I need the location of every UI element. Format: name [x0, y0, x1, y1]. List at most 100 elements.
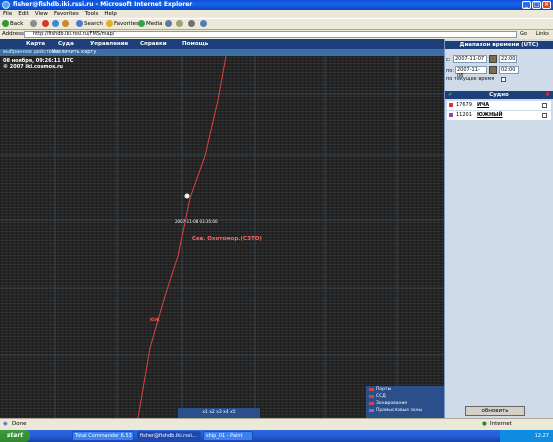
ssd-icon — [369, 395, 374, 398]
ship-row[interactable]: 11201 ЮЖНЫЙ — [447, 111, 551, 120]
refresh-icon — [52, 20, 59, 27]
internet-zone-icon: ● — [482, 421, 487, 427]
zoning-icon — [369, 402, 374, 405]
nav-control[interactable]: Управление — [90, 39, 128, 49]
status-text: Done — [12, 421, 27, 427]
page-icon: ◉ — [3, 421, 8, 427]
back-button[interactable]: Back — [2, 19, 23, 29]
edit-icon — [200, 20, 207, 27]
from-time-input[interactable]: 22:00 — [499, 55, 517, 63]
ship-select-checkbox[interactable] — [542, 113, 547, 118]
copyright-text: © 2007 iki.cosmos.ru — [3, 64, 63, 70]
taskbar-item-total-commander[interactable]: Total Commander 6.53 - ... — [72, 431, 134, 441]
ship-name-link[interactable]: ИЧА — [477, 101, 489, 110]
history-icon — [165, 20, 172, 27]
action-zoom-in[interactable]: Увеличить карту — [52, 49, 96, 56]
status-bar: ◉ Done ● Internet — [0, 418, 553, 430]
menu-view[interactable]: View — [32, 10, 51, 18]
satellite-point-marker — [184, 193, 190, 199]
home-button[interactable] — [62, 19, 70, 29]
map-view[interactable]: 08 ноября, 09:26:11 UTC © 2007 iki.cosmo… — [0, 56, 444, 418]
address-input[interactable]: http://fishdb.iki.rssi.ru/FMS/map/ — [24, 31, 517, 38]
from-label: с: — [446, 57, 451, 63]
stop-icon — [42, 20, 49, 27]
map-legend: Порты ССД Зонирование Промысловые зоны — [366, 386, 444, 418]
legend-fishing-zones[interactable]: Промысловые зоны — [366, 407, 444, 414]
current-time-label: по текущее время — [446, 76, 495, 82]
forward-button[interactable] — [30, 19, 38, 29]
print-button[interactable] — [188, 19, 196, 29]
current-time-checkbox[interactable] — [501, 77, 506, 82]
side-panel: Диапазон времени (UTC) с: 2007-11-07 22:… — [444, 39, 553, 418]
forward-arrow-icon — [30, 20, 37, 27]
window-title: fisher@fishdb.iki.rssi.ru - Microsoft In… — [13, 1, 193, 8]
toolbar: Back Search Favorites Media — [0, 18, 553, 30]
taskbar: start Total Commander 6.53 - ... fisher@… — [0, 430, 553, 442]
legend-label: ССД — [376, 394, 386, 399]
search-icon — [76, 20, 83, 27]
minimize-button[interactable]: _ — [522, 1, 531, 9]
taskbar-item-browser[interactable]: fisher@fishdb.iki.rssi... — [137, 431, 201, 441]
ship-marker-label[interactable]: ЮЖ — [150, 317, 160, 322]
uncheck-all-icon[interactable]: ✖ — [545, 91, 550, 99]
legend-label: Промысловые зоны — [376, 408, 423, 413]
menu-favorites[interactable]: Favorites — [51, 10, 82, 18]
zone-text: Internet — [490, 421, 512, 427]
update-button[interactable]: обновить — [465, 406, 525, 416]
menu-file[interactable]: File — [0, 10, 15, 18]
ships-header: ✔ Судно ✖ — [445, 91, 553, 99]
history-button[interactable] — [165, 19, 173, 29]
legend-label: Зонирование — [376, 401, 408, 406]
stop-button[interactable] — [42, 19, 50, 29]
ship-row[interactable]: 17679 ИЧА — [447, 101, 551, 110]
menu-help[interactable]: Help — [101, 10, 120, 18]
nav-help[interactable]: Помощь — [182, 39, 208, 49]
ship-number: 17679 — [456, 102, 472, 108]
legend-ssd[interactable]: ССД — [366, 393, 444, 400]
menu-tools[interactable]: Tools — [82, 10, 102, 18]
check-all-icon[interactable]: ✔ — [448, 91, 453, 99]
ship-color-checkbox[interactable] — [448, 112, 454, 118]
ship-select-checkbox[interactable] — [542, 103, 547, 108]
favorites-button[interactable]: Favorites — [106, 19, 139, 29]
from-date-input[interactable]: 2007-11-07 — [453, 55, 487, 63]
ship-name-link[interactable]: ЮЖНЫЙ — [477, 111, 503, 120]
back-arrow-icon — [2, 20, 9, 27]
ship-color-checkbox[interactable] — [448, 102, 454, 108]
media-button[interactable]: Media — [138, 19, 163, 29]
page-nav: Карта Суда Управление Справки Помощь — [0, 39, 444, 49]
start-button[interactable]: start — [0, 430, 30, 442]
from-calendar-icon[interactable] — [489, 55, 497, 63]
refresh-button[interactable] — [52, 19, 60, 29]
point-label: 2007-11-08 03:35:00 — [175, 219, 218, 224]
to-date-input[interactable]: 2007-11-08 — [455, 66, 487, 79]
title-bar: fisher@fishdb.iki.rssi.ru - Microsoft In… — [0, 0, 553, 10]
to-calendar-icon[interactable] — [489, 66, 497, 74]
favorites-label: Favorites — [114, 21, 139, 27]
menu-bar: File Edit View Favorites Tools Help — [0, 10, 553, 18]
search-button[interactable]: Search — [76, 19, 103, 29]
legend-ports[interactable]: Порты — [366, 386, 444, 393]
menu-edit[interactable]: Edit — [15, 10, 32, 18]
to-label: по: — [446, 68, 455, 74]
go-button[interactable]: Go — [520, 31, 527, 38]
legend-zoning[interactable]: Зонирование — [366, 400, 444, 407]
search-label: Search — [84, 21, 103, 27]
ports-icon — [369, 388, 374, 391]
zoom-scale[interactable]: x1 x2 x3 x4 x5 — [178, 408, 260, 418]
taskbar-item-paint[interactable]: ship_01 - Paint — [203, 431, 253, 441]
nav-info[interactable]: Справки — [140, 39, 167, 49]
media-label: Media — [146, 21, 163, 27]
time-range-header: Диапазон времени (UTC) — [445, 41, 553, 49]
clock: 12:27 — [534, 433, 549, 439]
to-time-input[interactable]: 02:00 — [499, 66, 519, 74]
maximize-button[interactable]: □ — [532, 1, 541, 9]
mail-button[interactable] — [176, 19, 184, 29]
edit-button[interactable] — [200, 19, 208, 29]
print-icon — [188, 20, 195, 27]
ships-header-label: Судно — [489, 92, 509, 98]
links-button[interactable]: Links — [536, 30, 549, 39]
nav-map[interactable]: Карта — [26, 39, 45, 49]
nav-ships[interactable]: Суда — [58, 39, 74, 49]
close-button[interactable]: × — [542, 1, 551, 9]
